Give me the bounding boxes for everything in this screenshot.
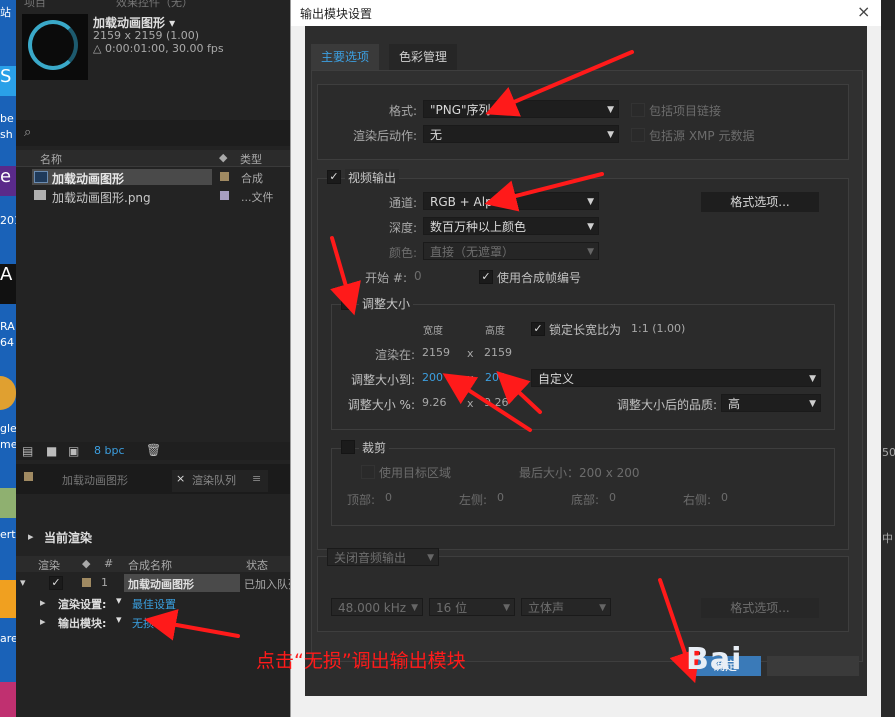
arrow-to-format — [485, 50, 634, 117]
arrow-to-resize — [330, 236, 361, 316]
arrow-to-resize-width — [442, 373, 532, 432]
annotation-text: 点击“无损”调出输出模块 — [256, 650, 466, 672]
watermark-logo: Bai — [686, 642, 743, 677]
arrow-to-resize-height — [496, 371, 542, 414]
arrow-to-lossless — [144, 609, 240, 641]
arrow-to-channels — [484, 172, 604, 212]
annotation-arrows — [144, 50, 700, 684]
